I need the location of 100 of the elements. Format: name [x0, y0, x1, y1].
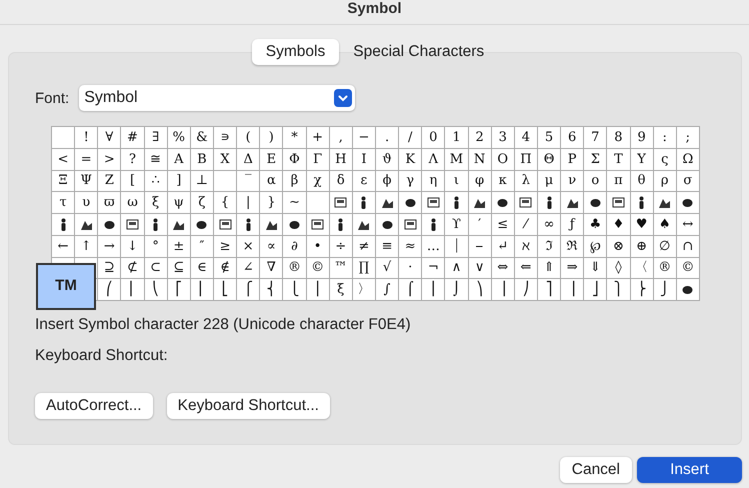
symbol-cell[interactable]: Ξ	[52, 170, 76, 192]
symbol-cell[interactable]: Λ	[422, 148, 446, 170]
symbol-cell[interactable]: ♥	[630, 214, 654, 236]
symbol-cell[interactable]: 4	[514, 127, 538, 149]
symbol-cell[interactable]: ;	[676, 127, 700, 149]
symbol-cell[interactable]: ®	[654, 258, 677, 280]
symbol-cell[interactable]: Π	[514, 148, 538, 170]
symbol-cell[interactable]: ζ	[190, 192, 214, 214]
symbol-cell[interactable]: ≅	[144, 148, 168, 170]
symbol-cell[interactable]: [	[121, 170, 145, 192]
symbol-cell[interactable]: ©	[306, 258, 330, 280]
symbol-cell[interactable]: ⎦	[584, 279, 608, 301]
symbol-cell[interactable]	[352, 192, 376, 214]
symbol-cell[interactable]: ↓	[121, 236, 145, 258]
symbol-cell[interactable]	[168, 214, 191, 236]
symbol-cell[interactable]: λ	[514, 170, 538, 192]
symbol-cell[interactable]: ¬	[422, 258, 446, 280]
symbol-cell[interactable]: σ	[676, 170, 700, 192]
symbol-cell[interactable]: β	[283, 170, 307, 192]
symbol-cell[interactable]: ∩	[676, 236, 700, 258]
symbol-cell[interactable]: °	[144, 236, 168, 258]
symbol-cell[interactable]: ↵	[492, 236, 515, 258]
symbol-cell[interactable]: Δ	[237, 148, 260, 170]
symbol-cell[interactable]	[422, 192, 446, 214]
symbol-cell[interactable]: ι	[445, 170, 469, 192]
symbol-cell[interactable]	[352, 214, 376, 236]
symbol-cell[interactable]: ⊗	[607, 236, 631, 258]
symbol-cell[interactable]: α	[260, 170, 284, 192]
symbol-cell[interactable]: ∴	[144, 170, 168, 192]
symbol-cell[interactable]: ≤	[492, 214, 515, 236]
symbol-cell[interactable]: .	[376, 127, 400, 149]
symbol-cell[interactable]: ⎯	[468, 236, 492, 258]
symbol-cell[interactable]: ν	[561, 170, 584, 192]
symbol-cell[interactable]: )	[260, 127, 284, 149]
symbol-cell[interactable]: ∀	[98, 127, 122, 149]
symbol-cell[interactable]: ⎮	[422, 279, 446, 301]
symbol-cell[interactable]: ∇	[260, 258, 284, 280]
symbol-cell[interactable]	[330, 192, 353, 214]
symbol-cell[interactable]: 8	[607, 127, 631, 149]
symbol-cell[interactable]: ©	[676, 258, 700, 280]
symbol-cell[interactable]	[630, 192, 654, 214]
symbol-cell[interactable]: ⎡	[168, 279, 191, 301]
symbol-cell[interactable]: ‾	[237, 170, 260, 192]
symbol-cell[interactable]	[121, 214, 145, 236]
symbol-cell[interactable]	[561, 192, 584, 214]
symbol-cell[interactable]: •	[306, 236, 330, 258]
symbol-cell[interactable]	[654, 192, 677, 214]
symbol-cell[interactable]: ⇔	[492, 258, 515, 280]
symbol-cell[interactable]: ◊	[607, 258, 631, 280]
symbol-cell[interactable]: ⎝	[144, 279, 168, 301]
symbol-cell[interactable]: 2	[468, 127, 492, 149]
symbol-cell[interactable]: ⋅	[399, 258, 422, 280]
symbol-cell[interactable]: 3	[492, 127, 515, 149]
symbol-cell[interactable]: 〈	[630, 258, 654, 280]
symbol-cell[interactable]: 9	[630, 127, 654, 149]
symbol-cell[interactable]: μ	[538, 170, 562, 192]
symbol-cell[interactable]: ≈	[399, 236, 422, 258]
panel-button[interactable]: Keyboard Shortcut...	[166, 393, 330, 419]
symbol-cell[interactable]: ×	[237, 236, 260, 258]
symbol-cell[interactable]: ϖ	[98, 192, 122, 214]
symbol-cell[interactable]: ε	[352, 170, 376, 192]
symbol-cell[interactable]: ⎪	[306, 279, 330, 301]
symbol-cell[interactable]: :	[654, 127, 677, 149]
symbol-cell[interactable]: Β	[190, 148, 214, 170]
symbol-cell[interactable]: Ρ	[561, 148, 584, 170]
symbol-cell[interactable]: ]	[168, 170, 191, 192]
symbol-cell[interactable]: ⎫	[607, 279, 631, 301]
symbol-cell[interactable]	[52, 214, 76, 236]
symbol-cell[interactable]: ƒ	[561, 214, 584, 236]
symbol-cell[interactable]: ♣	[584, 214, 608, 236]
symbol-cell[interactable]: π	[607, 170, 631, 192]
symbol-cell[interactable]: ⎥	[561, 279, 584, 301]
symbol-cell[interactable]: ~	[283, 192, 307, 214]
symbol-cell[interactable]: γ	[399, 170, 422, 192]
symbol-cell[interactable]: <	[52, 148, 76, 170]
symbol-cell[interactable]: ⎬	[630, 279, 654, 301]
symbol-cell[interactable]	[492, 192, 515, 214]
symbol-cell[interactable]: Ο	[492, 148, 515, 170]
symbol-cell[interactable]	[306, 192, 330, 214]
symbol-cell[interactable]: ⎠	[514, 279, 538, 301]
symbol-cell[interactable]: τ	[52, 192, 76, 214]
symbol-cell[interactable]: 〉	[352, 279, 376, 301]
symbol-cell[interactable]: ♦	[607, 214, 631, 236]
symbol-cell[interactable]	[190, 214, 214, 236]
symbol-cell[interactable]: ς	[654, 148, 677, 170]
symbol-cell[interactable]: >	[98, 148, 122, 170]
symbol-cell[interactable]: ℑ	[538, 236, 562, 258]
symbol-cell[interactable]	[676, 279, 700, 301]
symbol-cell[interactable]: Γ	[306, 148, 330, 170]
symbol-cell[interactable]	[676, 192, 700, 214]
symbol-cell[interactable]: ∈	[190, 258, 214, 280]
symbol-cell[interactable]: }	[260, 192, 284, 214]
symbol-cell[interactable]: ⏐	[445, 236, 469, 258]
symbol-cell[interactable]: ∉	[214, 258, 238, 280]
symbol-cell[interactable]	[98, 214, 122, 236]
tab[interactable]: Symbols	[252, 39, 340, 65]
symbol-cell[interactable]: ♠	[654, 214, 677, 236]
symbol-cell[interactable]: ⎧	[237, 279, 260, 301]
symbol-cell[interactable]: ™	[330, 258, 353, 280]
symbol-cell[interactable]	[445, 192, 469, 214]
